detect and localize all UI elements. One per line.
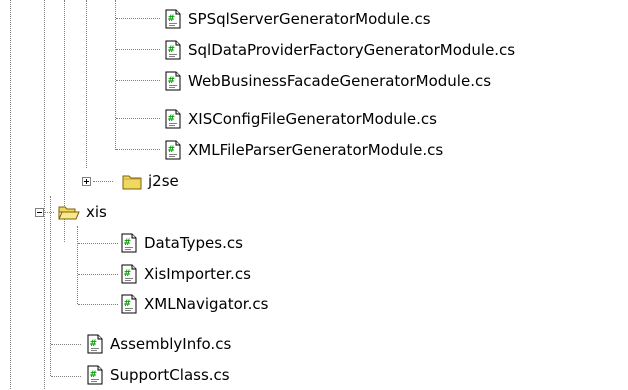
tree-guide-line xyxy=(77,226,78,304)
folder-open-icon xyxy=(58,203,80,221)
tree-connector xyxy=(51,376,81,377)
csharp-file-icon xyxy=(86,334,104,354)
tree-item-label: XMLFileParserGeneratorModule.cs xyxy=(188,141,444,159)
tree-item-label: SqlDataProviderFactoryGeneratorModule.cs xyxy=(188,41,516,59)
tree-item-label: XISConfigFileGeneratorModule.cs xyxy=(188,110,437,128)
tree-item-label: XMLNavigator.cs xyxy=(144,295,269,313)
csharp-file-icon xyxy=(164,140,182,160)
tree-connector xyxy=(116,49,160,50)
collapse-toggle-xis[interactable] xyxy=(35,208,44,217)
csharp-file-icon xyxy=(164,109,182,129)
csharp-file-icon xyxy=(164,71,182,91)
tree-connector xyxy=(78,243,118,244)
tree-connector xyxy=(51,344,81,345)
tree-connector xyxy=(78,304,118,305)
tree-item-file[interactable]: XMLFileParserGeneratorModule.cs xyxy=(164,135,443,165)
tree-item-label: DataTypes.cs xyxy=(144,234,243,252)
csharp-file-icon xyxy=(120,264,138,284)
tree-connector xyxy=(116,18,160,19)
tree-item-file[interactable]: WebBusinessFacadeGeneratorModule.cs xyxy=(164,66,491,96)
tree-item-label: SPSqlServerGeneratorModule.cs xyxy=(188,10,431,28)
tree-guide-line xyxy=(44,0,45,389)
tree-item-file[interactable]: XisImporter.cs xyxy=(120,259,251,289)
expand-toggle-j2se[interactable] xyxy=(82,177,91,186)
tree-item-folder-xis[interactable]: xis xyxy=(58,197,107,227)
tree-item-file[interactable]: XISConfigFileGeneratorModule.cs xyxy=(164,104,437,134)
tree-item-file[interactable]: DataTypes.cs xyxy=(120,228,243,258)
tree-item-label: AssemblyInfo.cs xyxy=(110,335,232,353)
tree-item-file[interactable]: AssemblyInfo.cs xyxy=(86,329,231,359)
tree-item-label: SupportClass.cs xyxy=(110,366,230,384)
tree-connector xyxy=(116,118,160,119)
tree-item-file[interactable]: SupportClass.cs xyxy=(86,360,230,390)
tree-guide-line xyxy=(10,0,11,389)
csharp-file-icon xyxy=(164,40,182,60)
tree-guide-line xyxy=(115,0,116,150)
csharp-file-icon xyxy=(120,294,138,314)
csharp-file-icon xyxy=(86,365,104,385)
tree-item-label: XisImporter.cs xyxy=(144,265,251,283)
tree-item-label: j2se xyxy=(148,172,179,190)
tree-item-label: xis xyxy=(86,203,107,221)
folder-closed-icon xyxy=(122,172,142,190)
tree-connector xyxy=(116,149,160,150)
tree-item-file[interactable]: XMLNavigator.cs xyxy=(120,289,268,319)
tree-connector xyxy=(116,80,160,81)
tree-item-label: WebBusinessFacadeGeneratorModule.cs xyxy=(188,72,492,90)
tree-connector xyxy=(93,181,113,182)
tree-item-file[interactable]: SPSqlServerGeneratorModule.cs xyxy=(164,4,431,34)
tree-guide-line xyxy=(86,0,87,168)
tree-item-folder-j2se[interactable]: j2se xyxy=(122,166,179,196)
file-tree: SPSqlServerGeneratorModule.cs SqlDataPro… xyxy=(0,0,628,389)
tree-item-file[interactable]: SqlDataProviderFactoryGeneratorModule.cs xyxy=(164,35,515,65)
tree-connector xyxy=(78,274,118,275)
csharp-file-icon xyxy=(120,233,138,253)
tree-guide-line xyxy=(50,196,51,376)
csharp-file-icon xyxy=(164,9,182,29)
